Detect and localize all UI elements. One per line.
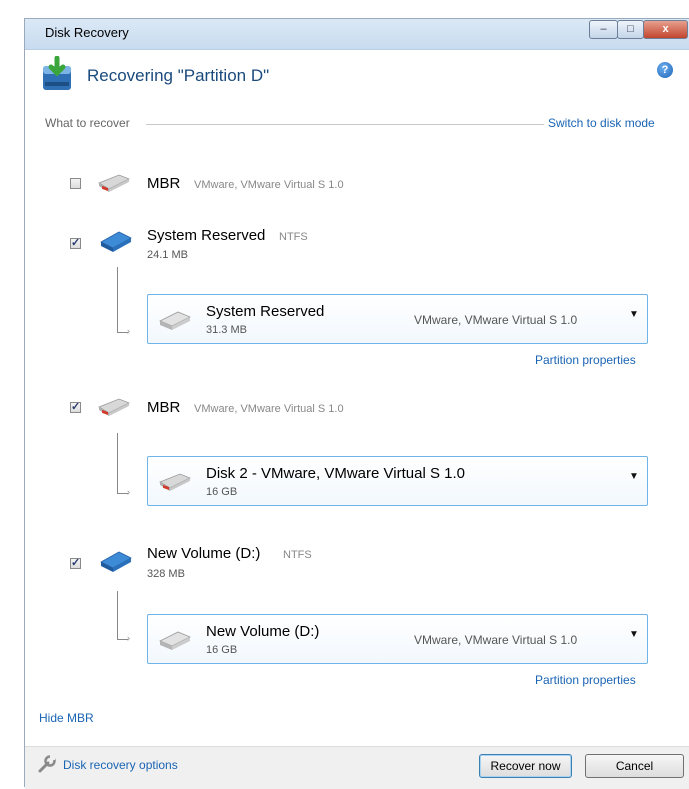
page-title: Recovering "Partition D" <box>87 66 270 85</box>
mbr-checkbox-2[interactable] <box>70 400 81 413</box>
disk-recovery-window: Disk Recovery – □ x Recovering "Partitio… <box>24 18 689 789</box>
connector-line <box>117 433 128 494</box>
new-volume-size: 328 MB <box>147 568 185 580</box>
chevron-down-icon: ▼ <box>629 309 639 320</box>
target-size: 16 GB <box>206 486 238 498</box>
recovery-items: MBR VMware, VMware Virtual S 1.0 System … <box>25 147 689 702</box>
mbr-target-dropdown[interactable]: Disk 2 - VMware, VMware Virtual S 1.0 16… <box>147 456 648 506</box>
minimize-button[interactable]: – <box>589 20 618 39</box>
system-reserved-name: System Reserved <box>147 227 266 244</box>
blue-disk-icon <box>100 551 132 572</box>
new-volume-target-dropdown[interactable]: New Volume (D:) 16 GB VMware, VMware Vir… <box>147 614 648 664</box>
disk-recovery-options-link[interactable]: Disk recovery options <box>63 758 178 772</box>
dialog-footer: Disk recovery options Recover now Cancel <box>25 746 689 789</box>
switch-to-disk-mode-link[interactable]: Switch to disk mode <box>548 116 655 130</box>
target-desc: VMware, VMware Virtual S 1.0 <box>414 313 578 327</box>
target-size: 31.3 MB <box>206 324 247 336</box>
help-icon[interactable]: ? <box>657 62 673 78</box>
new-volume-checkbox[interactable] <box>70 556 81 569</box>
wrench-icon <box>38 755 56 773</box>
target-name: System Reserved <box>206 303 325 320</box>
cancel-button[interactable]: Cancel <box>585 754 684 778</box>
section-label: What to recover <box>45 116 130 130</box>
target-desc: VMware, VMware Virtual S 1.0 <box>414 633 578 647</box>
red-disk-icon <box>159 473 191 491</box>
mbr-desc-2: VMware, VMware Virtual S 1.0 <box>194 403 344 415</box>
red-disk-icon <box>98 398 130 416</box>
new-volume-name: New Volume (D:) <box>147 545 261 562</box>
disk-recovery-icon <box>43 56 71 90</box>
what-to-recover-section: What to recover Switch to disk mode <box>45 116 689 132</box>
partition-properties-link-2[interactable]: Partition properties <box>535 673 636 687</box>
section-divider <box>146 124 544 125</box>
connector-arrow: › <box>127 487 130 497</box>
partition-properties-link[interactable]: Partition properties <box>535 353 636 367</box>
connector-arrow: › <box>127 633 130 643</box>
system-reserved-checkbox[interactable] <box>70 236 81 249</box>
mbr-desc: VMware, VMware Virtual S 1.0 <box>194 179 344 191</box>
window-title: Disk Recovery <box>45 25 129 40</box>
mbr-name-2: MBR <box>147 399 181 416</box>
connector-line <box>117 267 128 333</box>
target-size: 16 GB <box>206 644 238 656</box>
chevron-down-icon: ▼ <box>629 629 639 640</box>
recover-now-button[interactable]: Recover now <box>479 754 572 778</box>
target-name: New Volume (D:) <box>206 623 320 640</box>
red-disk-icon <box>98 174 130 192</box>
close-button[interactable]: x <box>643 20 688 39</box>
grey-disk-icon <box>159 311 191 330</box>
chevron-down-icon: ▼ <box>629 471 639 482</box>
system-reserved-fs: NTFS <box>279 231 308 243</box>
mbr-checkbox[interactable] <box>70 178 81 189</box>
blue-disk-icon <box>100 231 132 252</box>
maximize-button[interactable]: □ <box>617 20 644 39</box>
grey-disk-icon <box>159 631 191 650</box>
mbr-name: MBR <box>147 175 181 192</box>
system-reserved-size: 24.1 MB <box>147 249 188 261</box>
dialog-header: Recovering "Partition D" ? <box>25 50 689 102</box>
hide-mbr-link[interactable]: Hide MBR <box>39 711 94 725</box>
connector-arrow: › <box>127 326 130 336</box>
title-bar: Disk Recovery – □ x <box>25 19 689 50</box>
new-volume-fs: NTFS <box>283 549 312 561</box>
system-reserved-target-dropdown[interactable]: System Reserved 31.3 MB VMware, VMware V… <box>147 294 648 344</box>
target-name: Disk 2 - VMware, VMware Virtual S 1.0 <box>206 465 465 482</box>
